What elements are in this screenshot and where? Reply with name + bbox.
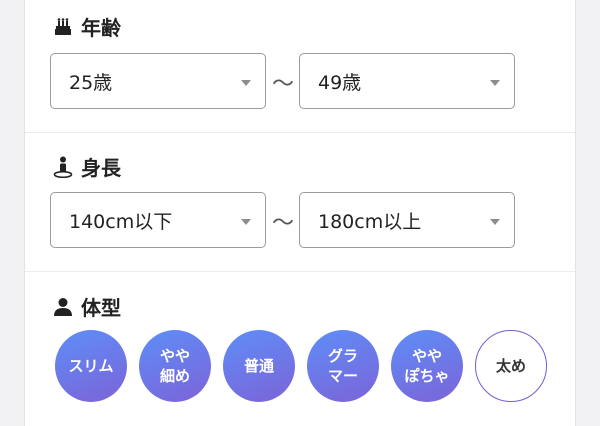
height-max-select[interactable]: 180cm以上: [299, 192, 515, 248]
search-filter-card: 年齢 25歳 〜 49歳 身長 140cm以下 〜 180cm以上 体型 スリム…: [24, 0, 576, 426]
person-height-icon: [53, 156, 73, 178]
age-min-select[interactable]: 25歳: [50, 53, 266, 109]
chevron-down-icon: [490, 219, 500, 225]
cake-icon: [53, 17, 73, 37]
section-divider: [25, 271, 575, 272]
age-title: 年齢: [81, 16, 121, 40]
body-type-chip-heavy[interactable]: 太め: [475, 330, 547, 402]
height-min-value: 140cm以下: [69, 210, 173, 233]
height-max-value: 180cm以上: [318, 210, 422, 233]
body-type-title: 体型: [81, 296, 121, 320]
chevron-down-icon: [490, 80, 500, 86]
age-min-value: 25歳: [69, 71, 113, 94]
body-type-options: スリム やや 細め 普通 グラ マー やや ぽちゃ 太め: [55, 330, 547, 402]
height-title: 身長: [81, 156, 121, 180]
section-divider: [25, 132, 575, 133]
body-type-heading: 体型: [53, 292, 121, 321]
body-type-chip-normal[interactable]: 普通: [223, 330, 295, 402]
chevron-down-icon: [241, 219, 251, 225]
age-range-separator: 〜: [271, 72, 294, 97]
height-range-separator: 〜: [271, 211, 294, 236]
height-min-select[interactable]: 140cm以下: [50, 192, 266, 248]
body-type-chip-slim[interactable]: スリム: [55, 330, 127, 402]
body-type-chip-slightly-thin[interactable]: やや 細め: [139, 330, 211, 402]
age-max-select[interactable]: 49歳: [299, 53, 515, 109]
height-heading: 身長: [53, 152, 121, 181]
body-type-chip-glamorous[interactable]: グラ マー: [307, 330, 379, 402]
chevron-down-icon: [241, 80, 251, 86]
user-icon: [53, 297, 73, 317]
age-heading: 年齢: [53, 12, 121, 41]
body-type-chip-slightly-chubby[interactable]: やや ぽちゃ: [391, 330, 463, 402]
age-max-value: 49歳: [318, 71, 362, 94]
